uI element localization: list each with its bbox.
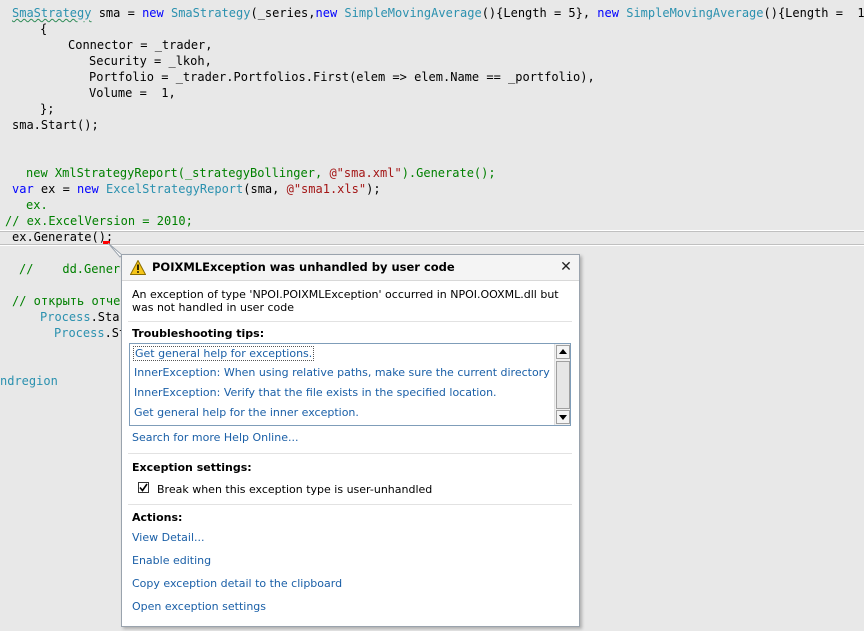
tip-link-1[interactable]: InnerException: When using relative path… <box>134 366 570 379</box>
code-line-5[interactable]: Portfolio = _trader.Portfolios.First(ele… <box>89 69 595 85</box>
exception-description: An exception of type 'NPOI.POIXMLExcepti… <box>132 288 559 314</box>
troubleshooting-tips-list[interactable]: Get general help for exceptions. InnerEx… <box>129 343 571 426</box>
arrow-up-icon <box>559 349 567 354</box>
checkmark-icon <box>139 483 148 492</box>
scroll-thumb[interactable] <box>556 361 570 409</box>
divider <box>128 504 572 505</box>
tips-scrollbar[interactable] <box>554 344 570 425</box>
code-line-9[interactable]: new XmlStrategyReport(_strategyBollinger… <box>26 165 496 181</box>
search-help-online-link[interactable]: Search for more Help Online... <box>132 431 298 444</box>
code-line-11[interactable]: ex. <box>26 197 48 213</box>
enable-editing-link[interactable]: Enable editing <box>132 554 211 567</box>
code-line-12[interactable]: // ex.ExcelVersion = 2010; <box>5 213 193 229</box>
copy-exception-detail-link[interactable]: Copy exception detail to the clipboard <box>132 577 342 590</box>
tip-link-3[interactable]: Get general help for the inner exception… <box>134 406 359 419</box>
actions-heading: Actions: <box>132 511 183 524</box>
close-button[interactable]: ✕ <box>559 260 573 274</box>
code-line-15[interactable]: // открыть отчет <box>12 293 128 309</box>
code-line-1[interactable]: SmaStrategy sma = new SmaStrategy(_serie… <box>12 5 864 21</box>
open-exception-settings-link[interactable]: Open exception settings <box>132 600 266 613</box>
code-line-7[interactable]: }; <box>40 101 54 117</box>
code-line-2[interactable]: { <box>40 21 47 37</box>
arrow-down-icon <box>559 415 567 420</box>
divider <box>128 321 572 322</box>
exception-settings-heading: Exception settings: <box>132 461 252 474</box>
code-line-17[interactable]: Process.St <box>54 325 126 341</box>
code-line-16[interactable]: Process.Star <box>40 309 127 325</box>
close-icon[interactable]: ✕ <box>560 259 572 275</box>
dialog-title-bar: POIXMLException was unhandled by user co… <box>122 255 579 281</box>
dialog-title: POIXMLException was unhandled by user co… <box>152 260 455 274</box>
tip-link-2[interactable]: InnerException: Verify that the file exi… <box>134 386 497 399</box>
divider <box>128 453 572 454</box>
code-line-8[interactable]: sma.Start(); <box>12 117 99 133</box>
current-line-highlight-inner <box>0 231 864 245</box>
break-checkbox-label[interactable]: Break when this exception type is user-u… <box>157 483 432 496</box>
code-line-3[interactable]: Connector = _trader, <box>68 37 213 53</box>
warning-icon <box>130 260 146 275</box>
scroll-down-button[interactable] <box>556 410 570 424</box>
troubleshooting-heading: Troubleshooting tips: <box>132 327 265 340</box>
code-line-13[interactable]: ex.Generate(); <box>12 229 113 245</box>
break-checkbox[interactable] <box>138 482 149 493</box>
exception-assistant-dialog: POIXMLException was unhandled by user co… <box>121 254 580 627</box>
code-line-10[interactable]: var ex = new ExcelStrategyReport(sma, @"… <box>12 181 381 197</box>
code-line-6[interactable]: Volume = 1, <box>89 85 176 101</box>
scroll-up-button[interactable] <box>556 345 570 359</box>
code-line-14[interactable]: // dd.Generat <box>19 261 135 277</box>
tip-link-0[interactable]: Get general help for exceptions. <box>133 346 315 361</box>
code-line-18[interactable]: ndregion <box>0 373 58 389</box>
view-detail-link[interactable]: View Detail... <box>132 531 205 544</box>
code-line-4[interactable]: Security = _lkoh, <box>89 53 212 69</box>
